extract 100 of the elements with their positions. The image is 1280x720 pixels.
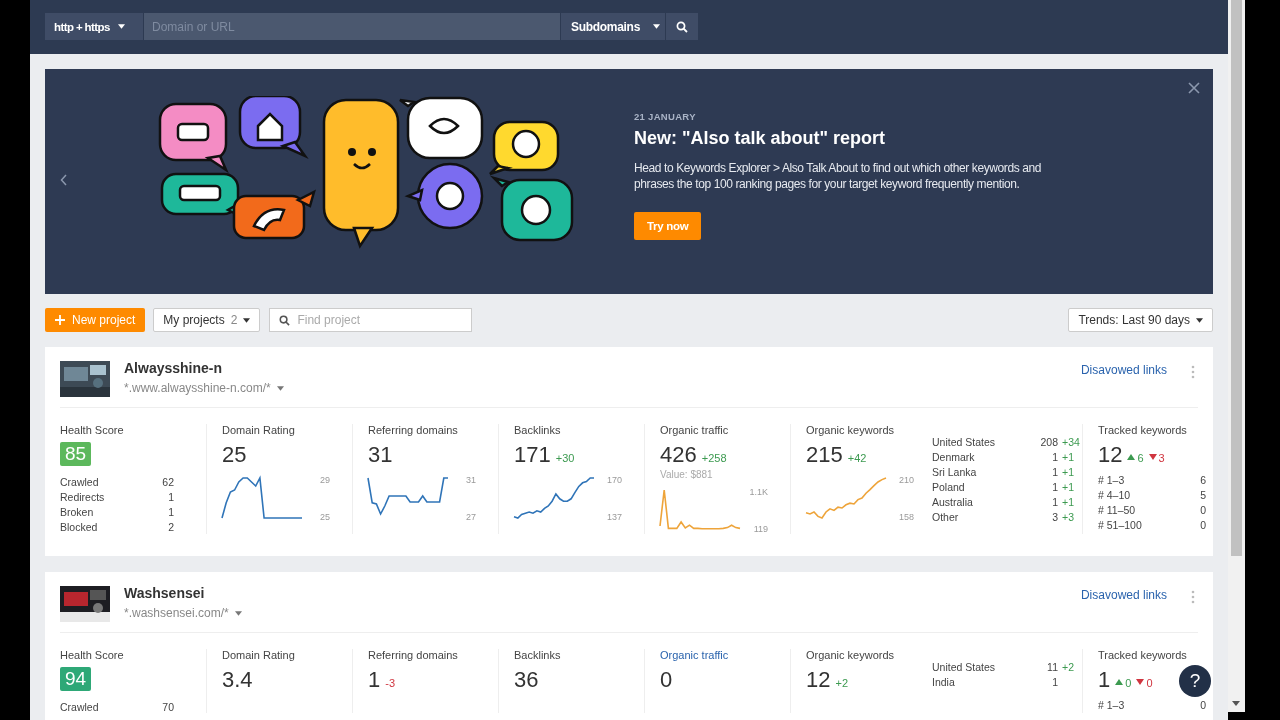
metric-label: Backlinks bbox=[514, 424, 562, 436]
rank-range: # 4–10 bbox=[1098, 489, 1132, 501]
metric-value: 12 bbox=[806, 667, 831, 693]
country-change: +1 bbox=[1061, 496, 1075, 508]
up-triangle-icon bbox=[1127, 454, 1136, 460]
country-change: +34 bbox=[1061, 436, 1081, 448]
rank-range: # 1–3 bbox=[1098, 474, 1126, 486]
country-name: Other bbox=[932, 511, 960, 523]
metric-change: +2 bbox=[835, 677, 849, 689]
country-name: Denmark bbox=[932, 451, 976, 463]
metric-value: 36 bbox=[514, 667, 539, 693]
country-name: United States bbox=[932, 436, 997, 448]
down-triangle-icon bbox=[1136, 679, 1145, 685]
caret-icon bbox=[117, 24, 125, 29]
rank-count: 0 bbox=[1200, 699, 1206, 711]
scale-label: 170 bbox=[606, 475, 622, 485]
mode-dropdown[interactable]: Subdomains bbox=[560, 13, 665, 40]
country-change: +3 bbox=[1061, 511, 1075, 523]
trends-dropdown[interactable]: Trends: Last 90 days bbox=[1068, 308, 1213, 332]
scale-label: 119 bbox=[753, 524, 768, 534]
metric-value: 0 bbox=[660, 667, 673, 693]
metric-value: 12 bbox=[1098, 442, 1123, 468]
protocol-dropdown[interactable]: http + https bbox=[45, 13, 143, 40]
scroll-down-icon[interactable] bbox=[1232, 701, 1240, 706]
scale-label: 25 bbox=[320, 512, 330, 522]
metric-label: Organic keywords bbox=[806, 649, 896, 661]
scale-label: 137 bbox=[606, 512, 622, 522]
rank-count: 0 bbox=[1200, 519, 1206, 531]
stat-value: 62 bbox=[162, 476, 174, 488]
stat-label: Crawled bbox=[60, 701, 100, 713]
project-url[interactable]: *.washsensei.com/* bbox=[124, 606, 242, 620]
metric-value: 31 bbox=[368, 442, 393, 468]
country-count: 1 bbox=[1051, 676, 1058, 688]
metric-label: Backlinks bbox=[514, 649, 562, 661]
country-name: Sri Lanka bbox=[932, 466, 978, 478]
disavowed-links-link[interactable]: Disavowed links bbox=[1080, 588, 1167, 602]
caret-icon bbox=[276, 385, 284, 391]
metric-value: 426 bbox=[660, 442, 697, 468]
metric-label: Domain Rating bbox=[222, 649, 296, 661]
metric-change: +42 bbox=[847, 452, 867, 464]
country-change: +1 bbox=[1061, 451, 1075, 463]
stat-value: 1 bbox=[167, 491, 174, 503]
metric-label: Referring domains bbox=[368, 424, 459, 436]
stat-label: Crawled bbox=[60, 476, 100, 488]
my-projects-dropdown[interactable]: My projects 2 bbox=[153, 308, 261, 332]
up-triangle-icon bbox=[1115, 679, 1124, 685]
country-change: +2 bbox=[1061, 661, 1075, 673]
country-name: Poland bbox=[932, 481, 966, 493]
metric-label: Health Score bbox=[60, 649, 125, 661]
scale-label: 1.1K bbox=[749, 487, 768, 497]
caret-icon bbox=[243, 317, 251, 323]
rank-count: 0 bbox=[1200, 504, 1206, 516]
rank-range: # 1–3 bbox=[1098, 699, 1126, 711]
chevron-left-icon[interactable] bbox=[60, 173, 68, 186]
keywords-down-count: 0 bbox=[1146, 677, 1153, 689]
caret-icon bbox=[1196, 317, 1203, 323]
metric-label: Tracked keywords bbox=[1098, 649, 1188, 661]
rank-count: 6 bbox=[1200, 474, 1206, 486]
country-name: India bbox=[932, 676, 956, 688]
keywords-down-count: 3 bbox=[1158, 452, 1165, 464]
stat-label: Redirects bbox=[60, 491, 106, 503]
find-project-field[interactable]: Find project bbox=[269, 308, 473, 332]
search-button[interactable] bbox=[665, 13, 698, 40]
stat-value: 70 bbox=[162, 701, 174, 713]
country-count: 1 bbox=[1051, 496, 1058, 508]
caret-icon bbox=[653, 24, 660, 29]
stat-value: 1 bbox=[167, 506, 174, 518]
announcement-title: New: "Also talk about" report bbox=[634, 128, 886, 149]
rank-range: # 11–50 bbox=[1098, 504, 1137, 516]
metric-value: 3.4 bbox=[222, 667, 253, 693]
close-icon[interactable] bbox=[1188, 82, 1200, 94]
stat-value: 2 bbox=[167, 521, 174, 533]
health-score-badge: 94 bbox=[60, 667, 92, 691]
country-change: +1 bbox=[1061, 466, 1075, 478]
stat-label: Broken bbox=[60, 506, 95, 518]
caret-icon bbox=[234, 610, 242, 616]
scale-label: 210 bbox=[898, 475, 914, 485]
country-count: 208 bbox=[1039, 436, 1058, 448]
country-name: United States bbox=[932, 661, 997, 673]
search-icon bbox=[676, 20, 688, 33]
scrollbar[interactable] bbox=[1228, 0, 1245, 712]
metric-label: Organic traffic bbox=[660, 424, 730, 436]
country-change: +1 bbox=[1061, 481, 1075, 493]
country-name: Australia bbox=[932, 496, 974, 508]
disavowed-links-link[interactable]: Disavowed links bbox=[1080, 363, 1167, 377]
metric-label: Tracked keywords bbox=[1098, 424, 1188, 436]
scale-label: 158 bbox=[898, 512, 914, 522]
project-name[interactable]: Alwaysshine-n bbox=[124, 360, 284, 376]
metric-label: Health Score bbox=[60, 424, 125, 436]
country-count: 3 bbox=[1051, 511, 1058, 523]
metric-value: 1 bbox=[368, 667, 381, 693]
project-url[interactable]: *.www.alwaysshine-n.com/* bbox=[124, 381, 284, 395]
country-count: 1 bbox=[1051, 481, 1058, 493]
metric-label[interactable]: Organic traffic bbox=[660, 649, 790, 661]
scale-label: 27 bbox=[466, 512, 476, 522]
metric-label: Organic keywords bbox=[806, 424, 896, 436]
project-name[interactable]: Washsensei bbox=[124, 585, 242, 601]
metric-change: +258 bbox=[701, 452, 727, 464]
scale-label: 31 bbox=[466, 475, 476, 485]
metric-value: 1 bbox=[1098, 667, 1111, 693]
